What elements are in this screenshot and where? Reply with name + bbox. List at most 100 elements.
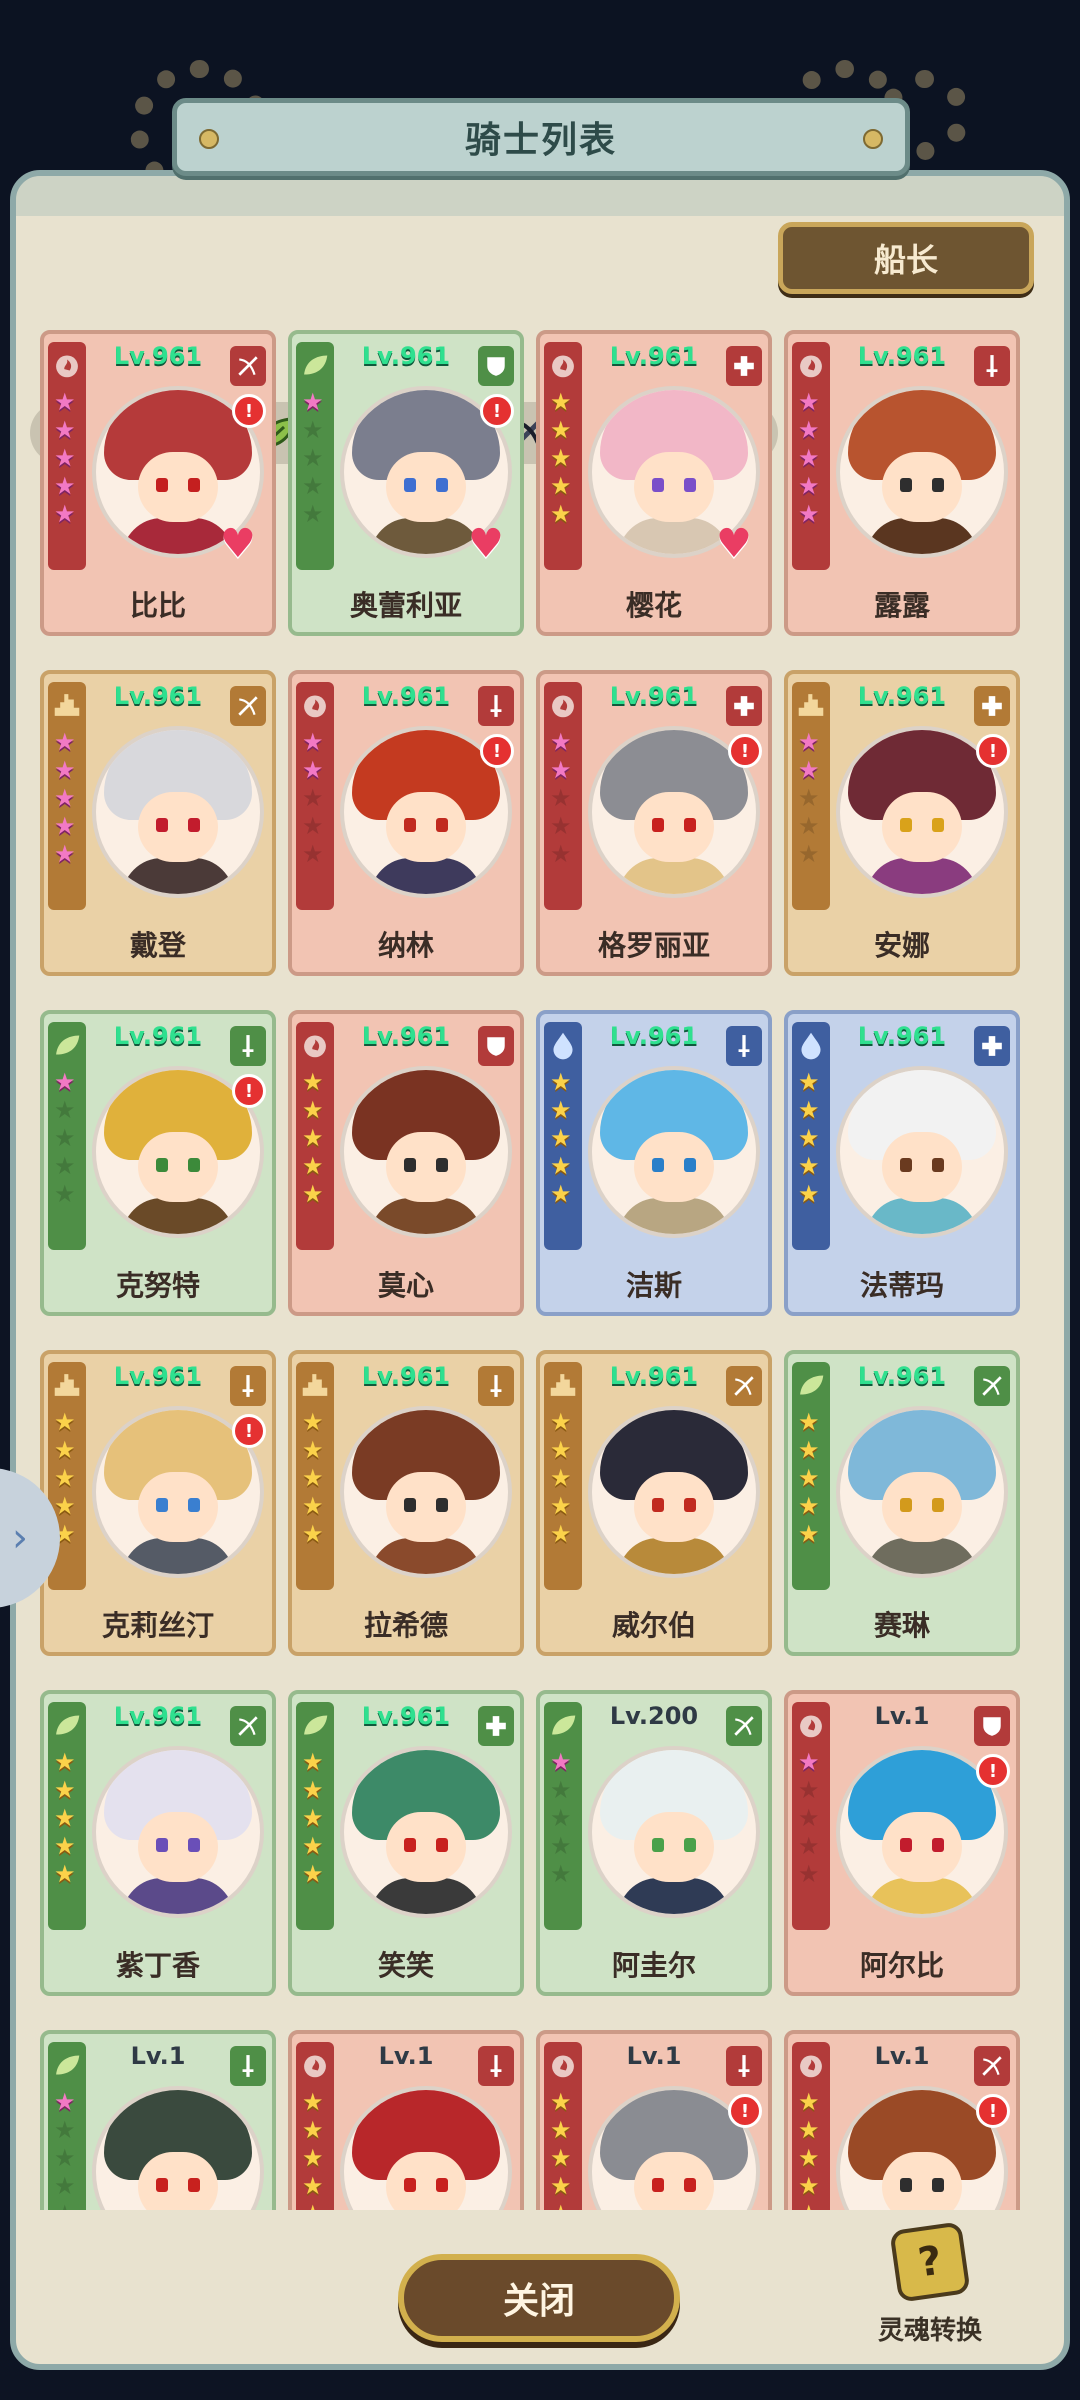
star-icon: ★: [302, 2144, 324, 2172]
portrait-outfit: [370, 518, 482, 554]
hero-card[interactable]: ★ ★ ★ ★ ★ Lv.961 赛琳: [784, 1350, 1020, 1656]
hero-card[interactable]: ★ ★ ★ ★ ★ Lv.961! 克莉丝汀: [40, 1350, 276, 1656]
page-title: 骑士列表: [464, 120, 617, 161]
star-icon: ★: [302, 2088, 324, 2116]
star-icon: ★: [302, 1068, 324, 1096]
portrait-eye: [188, 2178, 200, 2192]
star-rating: ★★★★★: [54, 730, 82, 866]
portrait-outfit: [618, 1538, 730, 1574]
star-icon: ★: [798, 1124, 820, 1152]
star-rating: ★★★★★: [54, 1070, 82, 1206]
star-icon: ★: [550, 728, 572, 756]
hero-card[interactable]: ★★★★★Lv.1: [288, 2030, 524, 2210]
star-icon: ★: [54, 1408, 76, 1436]
hero-card[interactable]: ★ ★ ★ ★ ★ Lv.961! 纳林: [288, 670, 524, 976]
hero-card[interactable]: ★ ★ ★ ★ ★ Lv.961 ♥ 樱花: [536, 330, 772, 636]
star-icon: ★: [798, 728, 820, 756]
portrait-outfit: [122, 1198, 234, 1234]
hero-level: Lv.961: [609, 1362, 699, 1390]
star-icon: ★: [798, 1776, 820, 1804]
star-icon: ★: [798, 472, 820, 500]
star-icon: ★: [798, 1832, 820, 1860]
star-icon: ★: [550, 784, 572, 812]
hero-card[interactable]: ★ ★ ★ ★ ★ Lv.961 威尔伯: [536, 1350, 772, 1656]
hero-name: 赛琳: [873, 1609, 930, 1642]
star-icon: ★: [798, 2088, 820, 2116]
portrait-eye: [404, 1158, 416, 1172]
hero-level: Lv.961: [361, 1702, 451, 1730]
star-icon: ★: [302, 1492, 324, 1520]
alert-badge-icon: !: [480, 394, 514, 428]
star-rating: ★★★★★: [798, 390, 826, 526]
star-icon: ★: [550, 1520, 572, 1548]
hero-card[interactable]: ★ ★ ★ ★ ★ Lv.961! ♥ 奥蕾利亚: [288, 330, 524, 636]
star-icon: ★: [798, 1520, 820, 1548]
hero-card[interactable]: ★ ★ ★ ★ ★ Lv.200 阿圭尔: [536, 1690, 772, 1996]
hero-level: Lv.961: [857, 1022, 947, 1050]
hero-card[interactable]: ★ ★ ★ ★ ★ Lv.961! 安娜: [784, 670, 1020, 976]
star-icon: ★: [302, 1832, 324, 1860]
hero-card[interactable]: ★ ★ ★ ★ ★ Lv.961 戴登: [40, 670, 276, 976]
star-icon: ★: [302, 1436, 324, 1464]
captain-button[interactable]: 船长: [778, 222, 1034, 294]
star-icon: ★: [550, 1068, 572, 1096]
hero-card[interactable]: ★ ★ ★ ★ ★ Lv.1! 阿尔比: [784, 1690, 1020, 1996]
hero-card[interactable]: ★ ★ ★ ★ ★ Lv.961! 格罗丽亚: [536, 670, 772, 976]
star-icon: ★: [302, 1152, 324, 1180]
star-icon: ★: [550, 1492, 572, 1520]
hero-card[interactable]: ★★★★★Lv.1!: [536, 2030, 772, 2210]
hero-card[interactable]: ★ ★ ★ ★ ★ Lv.961 拉希德: [288, 1350, 524, 1656]
portrait-outfit: [866, 518, 978, 554]
star-rating: ★★★★★: [302, 2090, 330, 2210]
star-icon: ★: [54, 1152, 76, 1180]
alert-badge-icon: !: [976, 1754, 1010, 1788]
portrait-eye: [404, 1498, 416, 1512]
hero-card[interactable]: ★★★★★Lv.1!: [784, 2030, 1020, 2210]
portrait-eye: [156, 478, 168, 492]
hero-card[interactable]: ★ ★ ★ ★ ★ Lv.961! ♥ 比比: [40, 330, 276, 636]
portrait-outfit: [122, 858, 234, 894]
star-icon: ★: [798, 2144, 820, 2172]
close-button[interactable]: 关闭: [398, 2254, 680, 2342]
star-icon: ★: [550, 2172, 572, 2200]
portrait-eye: [684, 478, 696, 492]
portrait-eye: [436, 1838, 448, 1852]
star-icon: ★: [302, 1860, 324, 1888]
hero-card[interactable]: ★ ★ ★ ★ ★ Lv.961 露露: [784, 330, 1020, 636]
portrait-eye: [932, 1158, 944, 1172]
portrait-eye: [436, 478, 448, 492]
hero-portrait: [588, 1406, 760, 1578]
portrait-face: [634, 792, 714, 862]
hero-card[interactable]: ★ ★ ★ ★ ★ Lv.961 紫丁香: [40, 1690, 276, 1996]
portrait-eye: [900, 818, 912, 832]
star-icon: ★: [550, 1436, 572, 1464]
hero-card[interactable]: ★ ★ ★ ★ ★ Lv.961! 克努特: [40, 1010, 276, 1316]
star-icon: ★: [798, 1860, 820, 1888]
star-icon: ★: [302, 1124, 324, 1152]
soul-convert-button[interactable]: ? 灵魂转换: [868, 2221, 992, 2366]
hero-card[interactable]: ★★★★★Lv.1: [40, 2030, 276, 2210]
star-rating: ★★★★★: [550, 730, 578, 866]
star-icon: ★: [302, 1776, 324, 1804]
portrait-eye: [404, 1838, 416, 1852]
portrait-face: [386, 1812, 466, 1882]
hero-portrait: [588, 1746, 760, 1918]
hero-card[interactable]: ★ ★ ★ ★ ★ Lv.961 洁斯: [536, 1010, 772, 1316]
portrait-face: [882, 792, 962, 862]
portrait-eye: [684, 1838, 696, 1852]
star-icon: ★: [550, 416, 572, 444]
star-icon: ★: [54, 1436, 76, 1464]
star-icon: ★: [550, 2088, 572, 2116]
hero-card[interactable]: ★ ★ ★ ★ ★ Lv.961 法蒂玛: [784, 1010, 1020, 1316]
alert-badge-icon: !: [480, 734, 514, 768]
portrait-outfit: [122, 1878, 234, 1914]
portrait-eye: [932, 1838, 944, 1852]
mystery-box-icon: ?: [889, 2221, 971, 2303]
hero-card[interactable]: ★ ★ ★ ★ ★ Lv.961 莫心: [288, 1010, 524, 1316]
hero-level: Lv.200: [609, 1702, 699, 1730]
hero-card[interactable]: ★ ★ ★ ★ ★ Lv.961 笑笑: [288, 1690, 524, 1996]
portrait-face: [386, 452, 466, 522]
star-icon: ★: [550, 1776, 572, 1804]
alert-badge-icon: !: [976, 2094, 1010, 2128]
portrait-eye: [900, 1158, 912, 1172]
